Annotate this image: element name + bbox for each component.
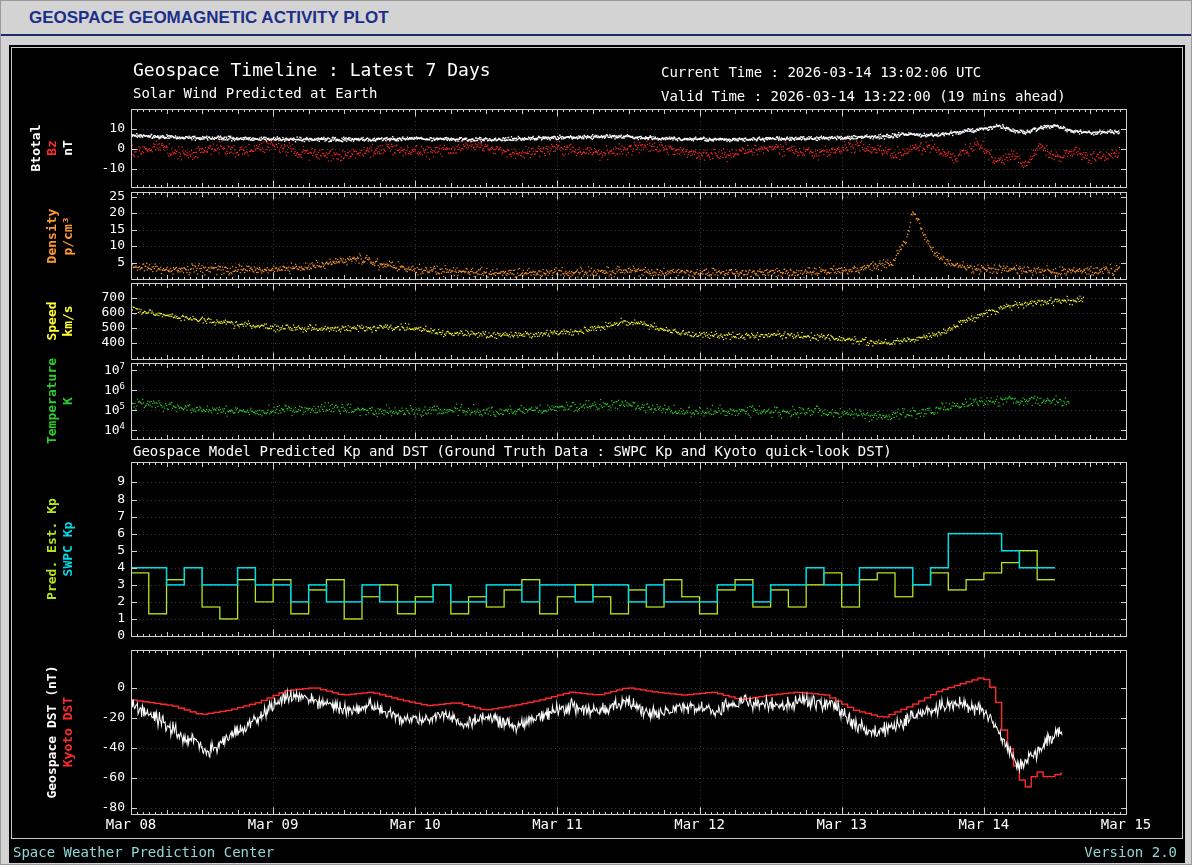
y-axis-tick-label: -20: [79, 709, 125, 724]
y-axis-title: Geospace DST (nT): [44, 665, 59, 798]
y-axis-tick-label: -40: [79, 739, 125, 754]
y-axis-tick-label: 5: [79, 542, 125, 557]
y-axis-title: SWPC Kp: [60, 522, 75, 577]
y-axis-tick-label: 0: [79, 627, 125, 642]
y-axis-tick-label: 0: [79, 140, 125, 155]
y-axis-tick-label: 107: [79, 361, 125, 377]
y-axis-tick-label: 104: [79, 421, 125, 437]
y-axis-title: nT: [60, 140, 75, 156]
y-axis-tick-label: 10: [79, 237, 125, 252]
y-axis-tick-label: 4: [79, 559, 125, 574]
x-axis-tick-label: Mar 13: [807, 816, 877, 832]
plot-title: Geospace Timeline : Latest 7 Days: [133, 59, 491, 80]
plot-frame: 100-10BtotalBznT252015105Densityp/cm³700…: [9, 45, 1185, 863]
x-axis-tick-label: Mar 10: [380, 816, 450, 832]
y-axis-tick-label: 8: [79, 491, 125, 506]
x-axis-tick-label: Mar 12: [665, 816, 735, 832]
y-axis-tick-label: 20: [79, 204, 125, 219]
y-axis-tick-label: 5: [79, 254, 125, 269]
y-axis-tick-label: 600: [79, 304, 125, 319]
solar-wind-subtitle: Solar Wind Predicted at Earth: [133, 85, 377, 101]
y-axis-title: Bz: [44, 140, 59, 156]
y-axis-tick-label: 3: [79, 576, 125, 591]
y-axis-title: Density: [44, 208, 59, 263]
y-axis-tick-label: 400: [79, 334, 125, 349]
y-axis-title: Temperature: [44, 358, 59, 444]
y-axis-tick-label: 2: [79, 593, 125, 608]
current-time-label: Current Time : 2026-03-14 13:02:06 UTC: [661, 64, 981, 80]
y-axis-title: Pred. Est. Kp: [44, 498, 59, 600]
y-axis-tick-label: -80: [79, 799, 125, 814]
y-axis-tick-label: 700: [79, 289, 125, 304]
y-axis-tick-label: 105: [79, 401, 125, 417]
y-axis-title: Btotal: [28, 125, 43, 172]
y-axis-tick-label: 500: [79, 319, 125, 334]
footer-credit: Space Weather Prediction Center: [13, 844, 274, 860]
x-axis-tick-label: Mar 15: [1091, 816, 1161, 832]
geospace-subtitle: Geospace Model Predicted Kp and DST (Gro…: [133, 443, 892, 459]
y-axis-tick-label: 7: [79, 508, 125, 523]
y-axis-tick-label: 106: [79, 381, 125, 397]
footer-version: Version 2.0: [1084, 844, 1177, 860]
y-axis-title: K: [60, 397, 75, 405]
page: GEOSPACE GEOMAGNETIC ACTIVITY PLOT 100-1…: [0, 0, 1192, 865]
header-divider: [1, 34, 1191, 36]
page-title: GEOSPACE GEOMAGNETIC ACTIVITY PLOT: [29, 8, 389, 28]
y-axis-tick-label: 15: [79, 221, 125, 236]
x-axis-tick-label: Mar 08: [96, 816, 166, 832]
y-axis-tick-label: 1: [79, 610, 125, 625]
y-axis-tick-label: 6: [79, 525, 125, 540]
y-axis-title: km/s: [60, 305, 75, 336]
valid-time-label: Valid Time : 2026-03-14 13:22:00 (19 min…: [661, 88, 1066, 104]
x-axis-tick-label: Mar 09: [238, 816, 308, 832]
x-axis-tick-label: Mar 11: [522, 816, 592, 832]
y-axis-tick-label: 0: [79, 679, 125, 694]
x-axis-tick-label: Mar 14: [949, 816, 1019, 832]
y-axis-title: Kyoto DST: [60, 697, 75, 767]
y-axis-tick-label: 25: [79, 188, 125, 203]
y-axis-tick-label: -10: [79, 160, 125, 175]
y-axis-tick-label: -60: [79, 769, 125, 784]
y-axis-tick-label: 10: [79, 120, 125, 135]
y-axis-title: p/cm³: [60, 216, 75, 255]
y-axis-title: Speed: [44, 301, 59, 340]
y-axis-tick-label: 9: [79, 473, 125, 488]
page-header: GEOSPACE GEOMAGNETIC ACTIVITY PLOT: [1, 1, 1191, 37]
